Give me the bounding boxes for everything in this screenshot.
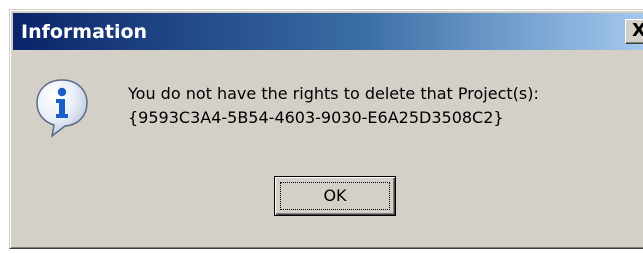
- dialog-message: You do not have the rights to delete tha…: [128, 82, 643, 130]
- information-dialog: Information X You do not have the rights…: [9, 9, 643, 249]
- message-line-1: You do not have the rights to delete tha…: [128, 84, 539, 103]
- ok-button-label: OK: [323, 186, 347, 205]
- information-icon: [36, 79, 88, 138]
- ok-button[interactable]: OK: [274, 176, 396, 216]
- close-button[interactable]: X: [625, 19, 643, 44]
- dialog-title: Information: [21, 21, 148, 43]
- close-icon: X: [632, 20, 643, 41]
- message-line-2-project-id: {9593C3A4-5B54-4603-9030-E6A25D3508C2}: [128, 108, 504, 127]
- dialog-titlebar[interactable]: Information X: [13, 13, 643, 50]
